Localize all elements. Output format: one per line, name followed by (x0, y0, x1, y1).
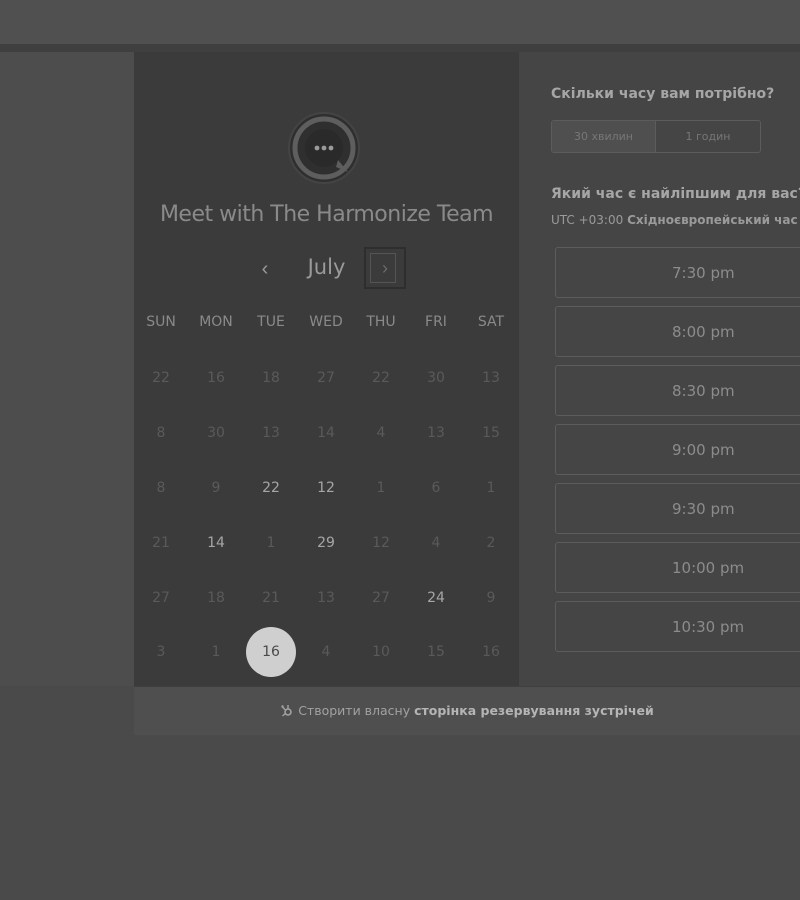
calendar-day-unavailable: 8 (156, 480, 166, 496)
footer-left-gutter (0, 686, 134, 735)
calendar-day-unavailable: 6 (431, 480, 441, 496)
calendar-day-unavailable: 12 (372, 535, 390, 551)
calendar-day-unavailable: 30 (427, 370, 445, 386)
browser-top-bar (0, 0, 800, 44)
calendar-day-unavailable: 9 (211, 480, 221, 496)
time-question: Який час є найліпшим для вас? (551, 186, 800, 202)
calendar-day-unavailable: 2 (486, 535, 496, 551)
calendar-day-unavailable: 18 (207, 590, 225, 606)
calendar-day-unavailable: 3 (156, 644, 166, 660)
time-slot-button[interactable]: 9:00 pm (555, 424, 800, 475)
time-slot-button[interactable]: 10:30 pm (555, 601, 800, 652)
calendar-panel: Meet with The Harmonize Team ‹ July › SU… (134, 52, 519, 686)
calendar-day-unavailable: 4 (376, 425, 386, 441)
calendar-day-unavailable: 16 (482, 644, 500, 660)
month-label: July (307, 255, 346, 279)
calendar-day-unavailable: 30 (207, 425, 225, 441)
calendar-day-unavailable: 14 (317, 425, 335, 441)
time-slot-list: 7:30 pm 8:00 pm 8:30 pm 9:00 pm 9:30 pm … (555, 247, 800, 660)
footer-link-text[interactable]: сторінка резервування зустрічей (414, 703, 654, 718)
calendar-day-selected[interactable]: 16 (246, 627, 296, 677)
calendar-day-available[interactable]: 24 (414, 576, 458, 620)
hubspot-sprocket-icon (280, 688, 294, 735)
calendar-day-available[interactable]: 29 (304, 521, 348, 565)
time-slot-button[interactable]: 9:30 pm (555, 483, 800, 534)
chat-bubble-logo-icon (286, 110, 362, 186)
calendar-day-unavailable: 22 (372, 370, 390, 386)
calendar-day-unavailable: 21 (262, 590, 280, 606)
previous-month-button[interactable]: ‹ (251, 255, 279, 283)
calendar-day-unavailable: 15 (427, 644, 445, 660)
duration-question: Скільки часу вам потрібно? (551, 86, 775, 102)
time-slot-button[interactable]: 10:00 pm (555, 542, 800, 593)
weekday-label: FRI (425, 314, 447, 330)
next-month-focus-ring (370, 253, 396, 283)
calendar-day-unavailable: 27 (372, 590, 390, 606)
footer-link[interactable]: Створити власну сторінка резервування зу… (134, 687, 800, 736)
weekday-label: THU (366, 314, 396, 330)
month-navigation: ‹ July › (134, 247, 519, 291)
calendar-day-unavailable: 18 (262, 370, 280, 386)
calendar-day-unavailable: 21 (152, 535, 170, 551)
timezone-label: UTC +03:00 Східноєвропейський час (551, 213, 798, 227)
time-slot-button[interactable]: 7:30 pm (555, 247, 800, 298)
calendar-day-unavailable: 22 (152, 370, 170, 386)
calendar-day-unavailable: 27 (317, 370, 335, 386)
calendar-day-available[interactable]: 22 (249, 466, 293, 510)
calendar-day-unavailable: 13 (427, 425, 445, 441)
calendar-day-unavailable: 8 (156, 425, 166, 441)
time-slot-button[interactable]: 8:30 pm (555, 365, 800, 416)
weekday-label: WED (309, 314, 343, 330)
calendar-day-unavailable: 13 (482, 370, 500, 386)
calendar-day-unavailable: 9 (486, 590, 496, 606)
duration-toggle: 30 хвилин 1 годин (551, 120, 761, 153)
calendar-day-unavailable: 27 (152, 590, 170, 606)
weekday-label: MON (199, 314, 233, 330)
calendar-day-unavailable: 16 (207, 370, 225, 386)
weekday-header: SUN MON TUE WED THU FRI SAT (134, 314, 519, 334)
duration-30-min-button[interactable]: 30 хвилин (552, 121, 656, 152)
weekday-label: SUN (146, 314, 176, 330)
calendar-day-unavailable: 10 (372, 644, 390, 660)
timezone-name: Східноєвропейський час (627, 213, 798, 227)
left-gutter (0, 52, 134, 686)
calendar-day-unavailable: 15 (482, 425, 500, 441)
time-slot-button[interactable]: 8:00 pm (555, 306, 800, 357)
next-month-button[interactable]: › (364, 247, 406, 289)
calendar-day-unavailable: 1 (486, 480, 496, 496)
top-bar-faded-content (210, 0, 800, 6)
calendar-day-unavailable: 1 (376, 480, 386, 496)
calendar-day-available[interactable]: 12 (304, 466, 348, 510)
page-background (0, 735, 800, 900)
header-divider (0, 44, 800, 52)
booking-panel: Скільки часу вам потрібно? 30 хвилин 1 г… (519, 52, 800, 686)
calendar-day-unavailable: 4 (431, 535, 441, 551)
calendar-day-unavailable: 1 (266, 535, 276, 551)
weekday-label: SAT (477, 314, 505, 330)
calendar-day-unavailable: 1 (211, 644, 221, 660)
calendar-day-unavailable: 13 (317, 590, 335, 606)
duration-1-hour-button[interactable]: 1 годин (656, 121, 760, 152)
weekday-label: TUE (257, 314, 285, 330)
calendar-day-unavailable: 4 (321, 644, 331, 660)
footer-bar: Створити власну сторінка резервування зу… (134, 686, 800, 736)
timezone-offset: UTC +03:00 (551, 213, 624, 227)
meeting-title: Meet with The Harmonize Team (159, 202, 494, 227)
calendar-day-unavailable: 13 (262, 425, 280, 441)
calendar-day-available[interactable]: 14 (194, 521, 238, 565)
footer-prefix-text: Створити власну (298, 703, 411, 718)
